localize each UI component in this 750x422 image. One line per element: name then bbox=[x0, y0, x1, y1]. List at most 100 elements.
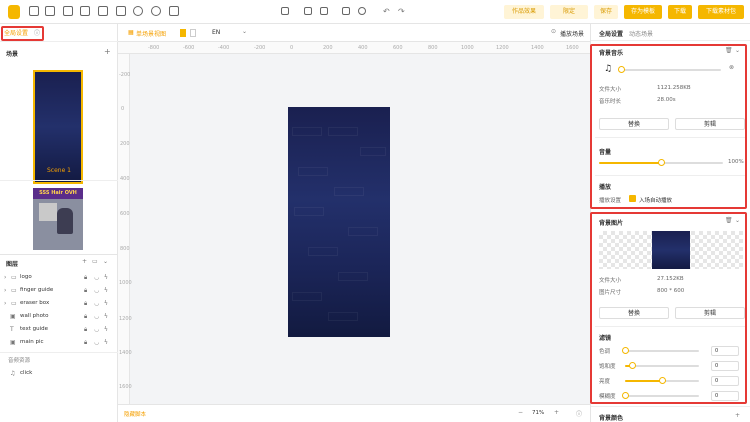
text-tool-icon[interactable] bbox=[29, 6, 39, 16]
layer-name: main pic bbox=[20, 339, 44, 345]
lock-icon[interactable]: 🔒︎ bbox=[84, 284, 87, 297]
ruler-tick: 0 bbox=[290, 45, 294, 51]
align-top-icon[interactable] bbox=[304, 7, 312, 15]
lightning-icon[interactable]: ϟ bbox=[104, 323, 108, 336]
ruler-tick: 1600 bbox=[566, 45, 579, 51]
lightning-icon[interactable]: ϟ bbox=[104, 310, 108, 323]
scene-thumbnail-2[interactable]: SSS Hair OVH bbox=[33, 188, 83, 250]
zoom-level[interactable]: 71% bbox=[532, 410, 544, 416]
layer-row[interactable]: › ▭ logo 🔒︎ ◡ ϟ bbox=[0, 271, 118, 284]
download-button[interactable]: 下载 bbox=[668, 5, 692, 19]
folder-icon: ▭ bbox=[11, 300, 17, 307]
play-scene-button[interactable]: 播放场景 bbox=[560, 29, 584, 38]
add-layer-icon[interactable]: + bbox=[82, 258, 87, 265]
color-swatch[interactable] bbox=[180, 29, 186, 37]
tab-dynamic-scene[interactable]: 动态场景 bbox=[629, 29, 653, 38]
image-tool-icon[interactable] bbox=[45, 6, 55, 16]
effect-tool-icon[interactable] bbox=[133, 6, 143, 16]
save-template-button[interactable]: 存为模板 bbox=[624, 5, 662, 19]
zoom-out-icon[interactable]: − bbox=[518, 409, 523, 416]
lightning-icon[interactable]: ϟ bbox=[104, 271, 108, 284]
expand-icon[interactable]: › bbox=[4, 297, 6, 310]
left-panel: 全局设置 ⓘ 场景 + Scene 1 SSS Hair OVH 图层 + ▭ … bbox=[0, 24, 118, 422]
expand-icon[interactable]: › bbox=[4, 271, 6, 284]
ruler-tick: 600 bbox=[393, 45, 403, 51]
expand-icon[interactable]: › bbox=[4, 284, 6, 297]
chevron-down-icon[interactable]: ⌄ bbox=[103, 258, 108, 265]
hide-script-button[interactable]: 隐藏脚本 bbox=[124, 410, 146, 418]
layer-name: finger guide bbox=[20, 287, 54, 293]
eye-icon[interactable]: ◡ bbox=[94, 310, 99, 323]
highlight-global-settings bbox=[1, 26, 44, 41]
layer-row[interactable]: › ▭ eraser box 🔒︎ ◡ ϟ bbox=[0, 297, 118, 310]
frame-tool-icon[interactable] bbox=[98, 6, 108, 16]
top-toolbar: ↶ ↷ 作品效果 限定 保存 存为模板 下载 下载素材包 bbox=[0, 0, 750, 24]
scene-label-1: Scene 1 bbox=[46, 167, 72, 174]
save-button[interactable]: 保存 bbox=[594, 5, 618, 19]
shape-tool-icon[interactable] bbox=[80, 6, 90, 16]
download-package-button[interactable]: 下载素材包 bbox=[698, 5, 744, 19]
ruler-tick: -200 bbox=[254, 45, 266, 51]
image-icon: ▣ bbox=[10, 313, 16, 320]
text-box-icon[interactable] bbox=[116, 6, 126, 16]
lock-icon[interactable]: 🔒︎ bbox=[84, 271, 87, 284]
ruler-tick: 1200 bbox=[496, 45, 509, 51]
eye-icon[interactable]: ◡ bbox=[94, 323, 99, 336]
highlight-bg-image bbox=[590, 212, 747, 404]
preview-button[interactable]: 作品效果 bbox=[504, 5, 544, 19]
folder-icon[interactable]: ▭ bbox=[92, 258, 98, 265]
text-icon: T bbox=[10, 326, 14, 333]
image-icon: ▣ bbox=[10, 339, 16, 346]
layer-row[interactable]: ▣ wall photo 🔒︎ ◡ ϟ bbox=[0, 310, 118, 323]
audio-name: click bbox=[20, 370, 33, 376]
copy-icon[interactable] bbox=[342, 7, 350, 15]
align-bottom-icon[interactable] bbox=[320, 7, 328, 15]
layer-stack-icon[interactable] bbox=[281, 7, 289, 15]
tab-global-settings[interactable]: 全局设置 bbox=[599, 29, 623, 38]
layer-row[interactable]: › ▭ finger guide 🔒︎ ◡ ϟ bbox=[0, 284, 118, 297]
ruler-tick: 1000 bbox=[461, 45, 474, 51]
lightning-icon[interactable]: ϟ bbox=[104, 297, 108, 310]
audio-item[interactable]: ♫ click bbox=[0, 367, 118, 380]
chevron-down-icon[interactable]: ⌄ bbox=[242, 28, 247, 35]
lightning-icon[interactable]: ϟ bbox=[104, 336, 108, 349]
lightning-icon[interactable]: ϟ bbox=[104, 284, 108, 297]
paint-icon[interactable] bbox=[358, 7, 366, 15]
file-tool-icon[interactable] bbox=[169, 6, 179, 16]
ruler-tick: 1200 bbox=[119, 316, 132, 322]
audio-tool-icon[interactable] bbox=[151, 6, 161, 16]
add-scene-icon[interactable]: + bbox=[104, 47, 111, 56]
publish-button[interactable]: 限定 bbox=[550, 5, 588, 19]
add-icon[interactable]: + bbox=[735, 412, 740, 419]
lock-icon[interactable]: 🔒︎ bbox=[84, 323, 87, 336]
eye-icon[interactable]: ◡ bbox=[94, 336, 99, 349]
ruler-tick: 1400 bbox=[119, 350, 132, 356]
bg-swatch[interactable] bbox=[190, 29, 196, 37]
lock-icon[interactable]: 🔒︎ bbox=[84, 310, 87, 323]
help-icon[interactable]: ⓘ bbox=[576, 409, 582, 418]
language-select[interactable]: EN bbox=[212, 29, 220, 36]
lock-icon[interactable]: 🔒︎ bbox=[84, 336, 87, 349]
scenes-title: 场景 bbox=[6, 51, 19, 58]
lock-icon[interactable]: 🔒︎ bbox=[84, 297, 87, 310]
undo-icon[interactable]: ↶ bbox=[383, 7, 390, 16]
layer-name: logo bbox=[20, 274, 32, 280]
redo-icon[interactable]: ↷ bbox=[398, 7, 405, 16]
eye-icon[interactable]: ◡ bbox=[94, 271, 99, 284]
bg-color-title: 背景颜色 bbox=[599, 415, 624, 422]
stage-canvas[interactable] bbox=[288, 107, 390, 337]
eye-icon[interactable]: ◡ bbox=[94, 297, 99, 310]
ruler-tick: -800 bbox=[148, 45, 160, 51]
layer-row[interactable]: ▣ main pic 🔒︎ ◡ ϟ bbox=[0, 336, 118, 349]
folder-icon: ▭ bbox=[11, 274, 17, 281]
app-logo bbox=[8, 5, 20, 19]
single-scene-view[interactable]: 单场景视图 bbox=[136, 29, 166, 38]
layer-row[interactable]: T text guide 🔒︎ ◡ ϟ bbox=[0, 323, 118, 336]
zoom-in-icon[interactable]: + bbox=[554, 409, 559, 416]
ruler-tick: 800 bbox=[120, 246, 130, 252]
folder-icon: ▭ bbox=[11, 287, 17, 294]
eye-icon[interactable]: ◡ bbox=[94, 284, 99, 297]
play-icon[interactable]: ⊙ bbox=[551, 28, 556, 35]
scene2-banner: SSS Hair OVH bbox=[33, 188, 83, 199]
video-tool-icon[interactable] bbox=[63, 6, 73, 16]
